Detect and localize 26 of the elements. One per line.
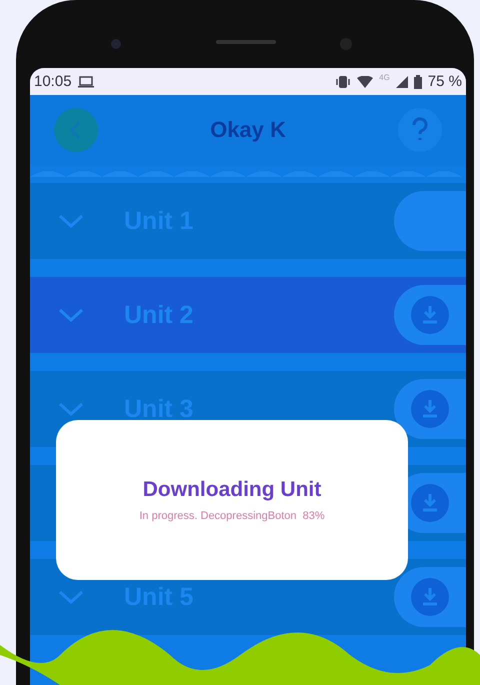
- download-button[interactable]: [394, 379, 466, 439]
- dialog-title: Downloading Unit: [142, 478, 322, 502]
- download-icon: [411, 578, 449, 616]
- chevron-down-icon: [58, 308, 84, 322]
- download-icon: [411, 484, 449, 522]
- chevron-down-icon: [58, 402, 84, 416]
- battery-percent: 75 %: [428, 73, 462, 90]
- vibrate-icon: [335, 74, 352, 88]
- help-button[interactable]: [398, 108, 442, 152]
- laptop-icon: [78, 76, 94, 88]
- wifi-icon: [357, 76, 374, 88]
- earpiece-icon: [216, 40, 276, 44]
- signal-icon: [396, 76, 408, 88]
- dialog-message: In progress. DecopressingBoton 83%: [139, 510, 325, 522]
- battery-icon: [414, 74, 422, 88]
- unit-button[interactable]: [394, 191, 466, 251]
- download-button[interactable]: [394, 567, 466, 627]
- sensor-icon: [111, 39, 121, 49]
- download-icon: [411, 390, 449, 428]
- network-label: 4G: [379, 73, 390, 82]
- download-icon: [411, 296, 449, 334]
- back-button[interactable]: [54, 108, 98, 152]
- status-time: 10:05: [34, 73, 72, 90]
- chevron-down-icon: [58, 214, 84, 228]
- screen-title: Okay K: [210, 117, 286, 143]
- chevron-down-icon: [58, 590, 84, 604]
